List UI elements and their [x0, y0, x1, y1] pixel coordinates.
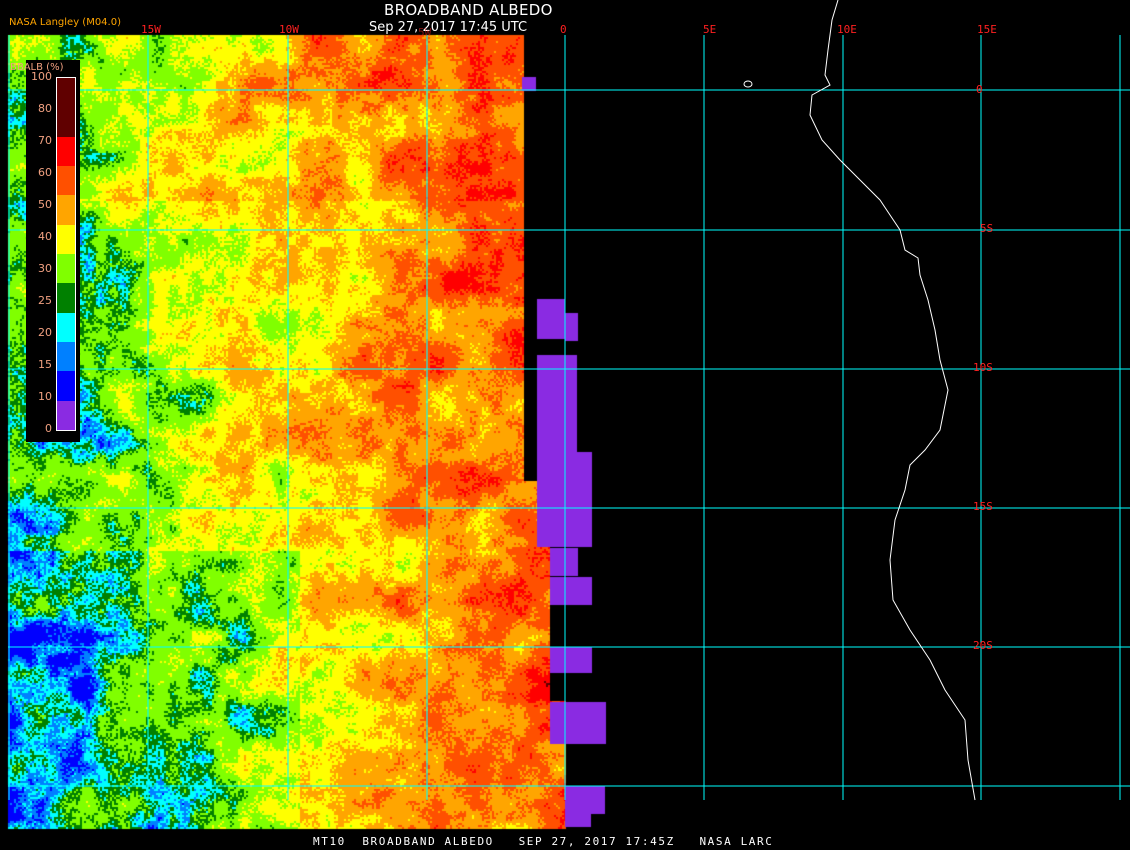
- legend-tick-label: 40: [38, 230, 52, 243]
- legend-bin: [57, 195, 75, 225]
- legend-color-bar: [56, 77, 76, 431]
- lat-label-5s: 5S: [980, 222, 994, 235]
- coastline: [809, 0, 976, 801]
- lon-label-10e: 10E: [837, 23, 857, 36]
- legend-bin: [57, 166, 75, 196]
- legend-bin: [57, 107, 75, 137]
- lon-label-15e: 15E: [977, 23, 997, 36]
- map-timestamp: Sep 27, 2017 17:45 UTC: [369, 20, 528, 35]
- legend-bin: [57, 371, 75, 401]
- lat-label-0: 0: [976, 83, 983, 96]
- legend-tick-label: 30: [38, 262, 52, 275]
- map-overlay: [8, 0, 1130, 801]
- credit-label: NASA Langley (M04.0): [9, 17, 121, 28]
- legend-bin: [57, 312, 75, 343]
- footer-caption: MT10 BROADBAND ALBEDO SEP 27, 2017 17:45…: [313, 835, 774, 848]
- legend-tick-label: 20: [38, 326, 52, 339]
- legend-bin: [57, 136, 75, 167]
- lon-label-0: 0: [560, 23, 567, 36]
- legend-bin: [57, 78, 75, 108]
- lon-label-10w: 10W: [279, 23, 299, 36]
- lat-label-15s: 15S: [973, 500, 993, 513]
- legend-bin: [57, 400, 75, 430]
- legend-bin: [57, 342, 75, 372]
- legend-tick-label: 70: [38, 134, 52, 147]
- legend-tick-label: 80: [38, 102, 52, 115]
- island-outline: [743, 80, 753, 88]
- legend-bin: [57, 283, 75, 313]
- lon-label-5e: 5E: [703, 23, 717, 36]
- lat-label-10s: 10S: [973, 361, 993, 374]
- lon-label-5w: 5W: [418, 26, 432, 39]
- legend-bin: [57, 224, 75, 255]
- lat-label-20s: 20S: [973, 639, 993, 652]
- map-title: BROADBAND ALBEDO: [384, 1, 553, 19]
- legend-tick-label: 50: [38, 198, 52, 211]
- legend-tick-label: 15: [38, 358, 52, 371]
- legend-bin: [57, 254, 75, 284]
- legend-tick-label: 25: [38, 294, 52, 307]
- legend-tick-label: 10: [38, 390, 52, 403]
- lon-label-15w: 15W: [141, 23, 161, 36]
- legend-tick-label: 0: [45, 422, 52, 435]
- legend-tick-label: 100: [31, 70, 52, 83]
- albedo-map-viewer: BROADBAND ALBEDO Sep 27, 2017 17:45 UTC …: [0, 0, 1130, 850]
- legend-tick-label: 60: [38, 166, 52, 179]
